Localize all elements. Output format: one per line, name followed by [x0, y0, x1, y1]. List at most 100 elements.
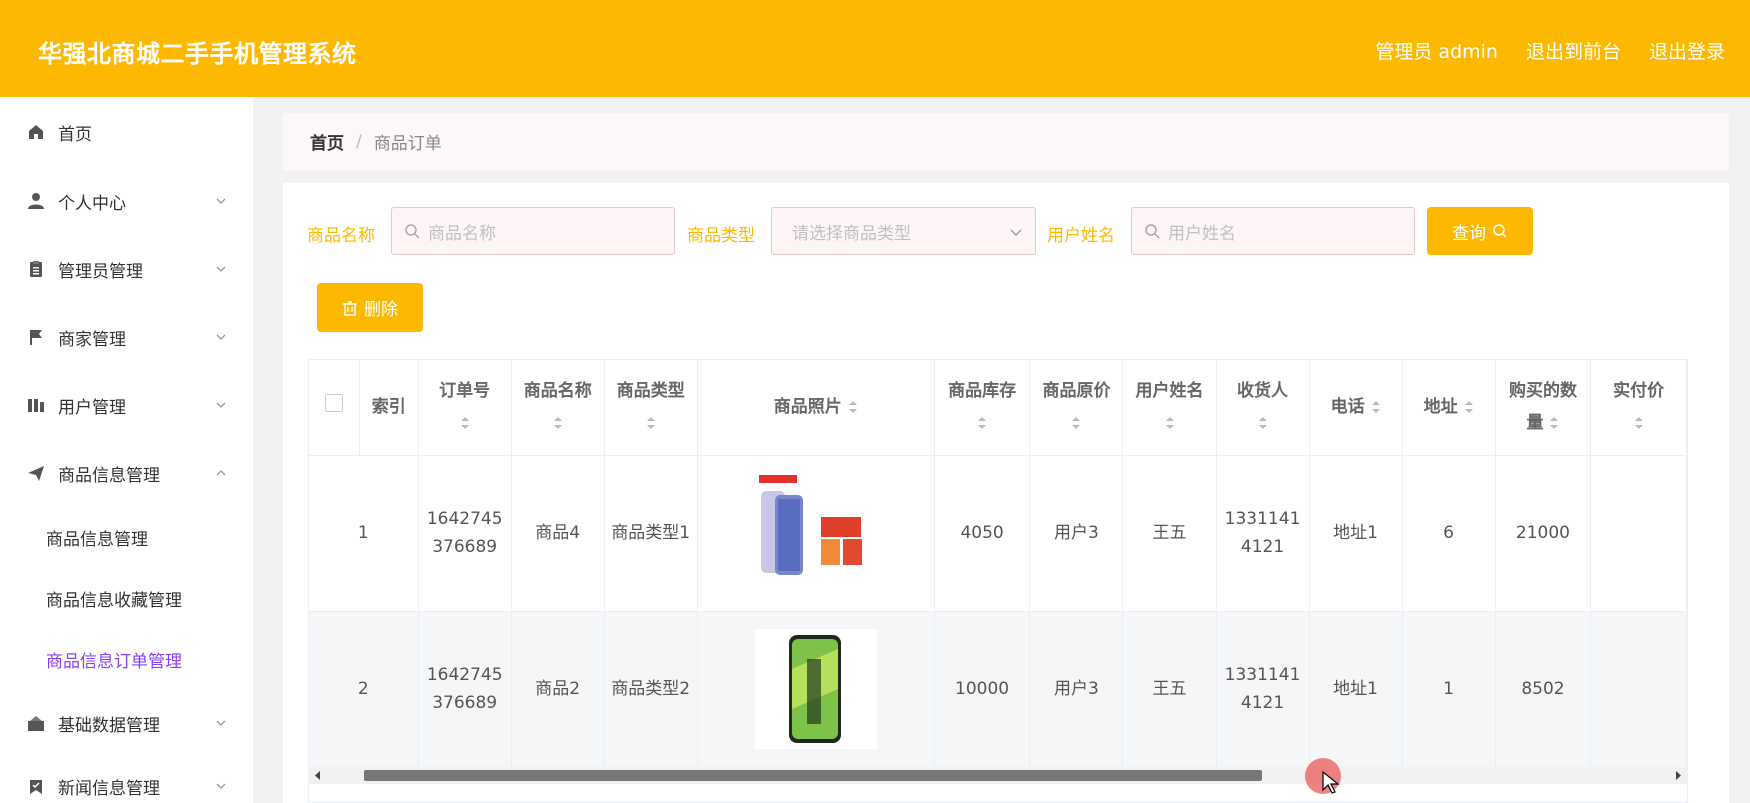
- flag-icon: [26, 327, 46, 347]
- user-name-cell: 王五: [1122, 611, 1217, 768]
- phone-cell: 地址1: [1309, 611, 1403, 768]
- sidebar-item-news[interactable]: 新闻信息管理: [0, 756, 253, 803]
- sidebar-item-label: 个人中心: [58, 193, 126, 214]
- select-placeholder: 请选择商品类型: [792, 223, 911, 244]
- header-orig-price[interactable]: 商品原价: [1029, 360, 1124, 456]
- sidebar-item-label: 商品信息管理: [58, 465, 160, 486]
- header-user-name[interactable]: 用户姓名: [1122, 360, 1217, 456]
- chevron-down-icon: [216, 266, 226, 272]
- search-icon: [1145, 224, 1160, 239]
- header-product-type[interactable]: 商品类型: [604, 360, 698, 456]
- product-type-cell: 商品类型1: [604, 455, 698, 612]
- header-label: 地址: [1423, 397, 1458, 418]
- breadcrumb-separator: /: [356, 131, 362, 152]
- breadcrumb-home[interactable]: 首页: [310, 129, 344, 154]
- product-type-cell: 商品类型2: [604, 611, 698, 768]
- product-name-input[interactable]: 商品名称: [391, 207, 675, 255]
- product-type-select[interactable]: 请选择商品类型: [771, 207, 1036, 255]
- chevron-down-icon: [1010, 229, 1022, 236]
- sort-icon: [553, 417, 562, 430]
- sidebar-item-users[interactable]: 用户管理: [0, 371, 253, 439]
- header-photo[interactable]: 商品照片: [697, 360, 935, 456]
- header-paid[interactable]: 实付价: [1590, 360, 1687, 456]
- sort-icon: [1550, 417, 1559, 430]
- sidebar-item-home[interactable]: 首页: [0, 97, 253, 167]
- header-label: 订单号: [439, 381, 491, 402]
- photo-cell: [697, 455, 935, 612]
- user-name-label: 用户姓名: [1047, 226, 1115, 246]
- product-name-cell: 商品2: [511, 611, 605, 768]
- logout-link[interactable]: 退出登录: [1649, 37, 1725, 64]
- header-label: 商品库存: [948, 381, 1017, 402]
- scroll-right-arrow-icon[interactable]: [1674, 771, 1682, 780]
- submenu-label: 商品信息收藏管理: [46, 591, 182, 611]
- table-header-row: 索引 订单号 商品名称 商品类型 商品照片 商品库存 商品原价 用户姓名 收货人…: [309, 360, 1687, 456]
- address-cell: 6: [1402, 455, 1496, 612]
- chevron-down-icon: [216, 720, 226, 726]
- photo-cell: [697, 611, 935, 768]
- header-label: 实付价: [1613, 381, 1665, 402]
- send-icon: [26, 463, 46, 483]
- sidebar-item-merchant[interactable]: 商家管理: [0, 303, 253, 371]
- product-name-label: 商品名称: [307, 226, 375, 246]
- sidebar-item-personal[interactable]: 个人中心: [0, 167, 253, 235]
- phone-cell: 地址1: [1309, 455, 1403, 612]
- select-all-checkbox-cell: [309, 360, 360, 456]
- badge-icon: [26, 776, 46, 796]
- scroll-left-arrow-icon[interactable]: [314, 771, 322, 780]
- submenu-label: 商品信息订单管理: [46, 652, 182, 672]
- header-product-name[interactable]: 商品名称: [511, 360, 605, 456]
- sort-icon: [848, 401, 857, 414]
- chevron-down-icon: [216, 402, 226, 408]
- stock-cell: 4050: [934, 455, 1031, 612]
- quantity-cell: 8502: [1495, 611, 1592, 768]
- sidebar-item-label: 新闻信息管理: [58, 778, 160, 799]
- trash-icon: [343, 300, 357, 316]
- orders-table: 索引 订单号 商品名称 商品类型 商品照片 商品库存 商品原价 用户姓名 收货人…: [308, 359, 1688, 803]
- scrollbar-thumb[interactable]: [364, 770, 1262, 781]
- query-button[interactable]: 查询: [1427, 207, 1533, 255]
- mouse-cursor-icon: [1322, 771, 1340, 794]
- delete-button[interactable]: 删除: [317, 283, 423, 332]
- submenu-item-product-orders[interactable]: 商品信息订单管理: [0, 629, 253, 690]
- header-quantity[interactable]: 购买的数量: [1495, 360, 1592, 456]
- home-icon: [26, 122, 46, 142]
- delete-button-label: 删除: [364, 300, 398, 320]
- quantity-cell: 21000: [1495, 455, 1592, 612]
- chevron-down-icon: [216, 783, 226, 789]
- paid-cell: [1590, 611, 1687, 768]
- submenu-item-product-info[interactable]: 商品信息管理: [0, 507, 253, 568]
- admin-label: 管理员 admin: [1375, 41, 1498, 63]
- sidebar-item-label: 管理员管理: [58, 261, 143, 282]
- sidebar-item-admin[interactable]: 管理员管理: [0, 235, 253, 303]
- header-label: 商品原价: [1042, 381, 1111, 402]
- sidebar-item-label: 基础数据管理: [58, 715, 160, 736]
- search-icon: [1493, 224, 1507, 238]
- header-label: 收货人: [1237, 381, 1289, 402]
- user-name-input[interactable]: 用户姓名: [1131, 207, 1415, 255]
- header-order-no[interactable]: 订单号: [418, 360, 512, 456]
- order-no-cell: 1642745376689: [418, 455, 512, 612]
- input-placeholder: 商品名称: [428, 223, 496, 244]
- columns-icon: [26, 395, 46, 415]
- top-header: 华强北商城二手手机管理系统 管理员 admin 退出到前台 退出登录: [0, 0, 1750, 97]
- exit-to-front-link[interactable]: 退出到前台: [1526, 37, 1621, 64]
- header-stock[interactable]: 商品库存: [934, 360, 1031, 456]
- receiver-cell: 13311414121: [1216, 455, 1310, 612]
- sidebar-item-product-info[interactable]: 商品信息管理: [0, 439, 253, 507]
- submenu-item-product-favorites[interactable]: 商品信息收藏管理: [0, 568, 253, 629]
- sidebar-item-base-data[interactable]: 基础数据管理: [0, 690, 253, 756]
- header-address[interactable]: 地址: [1402, 360, 1496, 456]
- table-row[interactable]: 1 1642745376689 商品4 商品类型1 4050 用户3 王五 13…: [309, 455, 1687, 612]
- query-button-label: 查询: [1452, 223, 1486, 244]
- sidebar-item-label: 首页: [58, 124, 92, 145]
- horizontal-scrollbar[interactable]: [308, 767, 1688, 784]
- product-type-label: 商品类型: [687, 226, 755, 246]
- header-label: 用户姓名: [1135, 381, 1204, 402]
- receiver-cell: 13311414121: [1216, 611, 1310, 768]
- header-receiver[interactable]: 收货人: [1216, 360, 1310, 456]
- user-icon: [26, 191, 46, 211]
- select-all-checkbox[interactable]: [324, 394, 343, 413]
- header-phone[interactable]: 电话: [1309, 360, 1403, 456]
- table-row[interactable]: 2 1642745376689 商品2 商品类型2 10000 用户3 王五 1…: [309, 611, 1687, 768]
